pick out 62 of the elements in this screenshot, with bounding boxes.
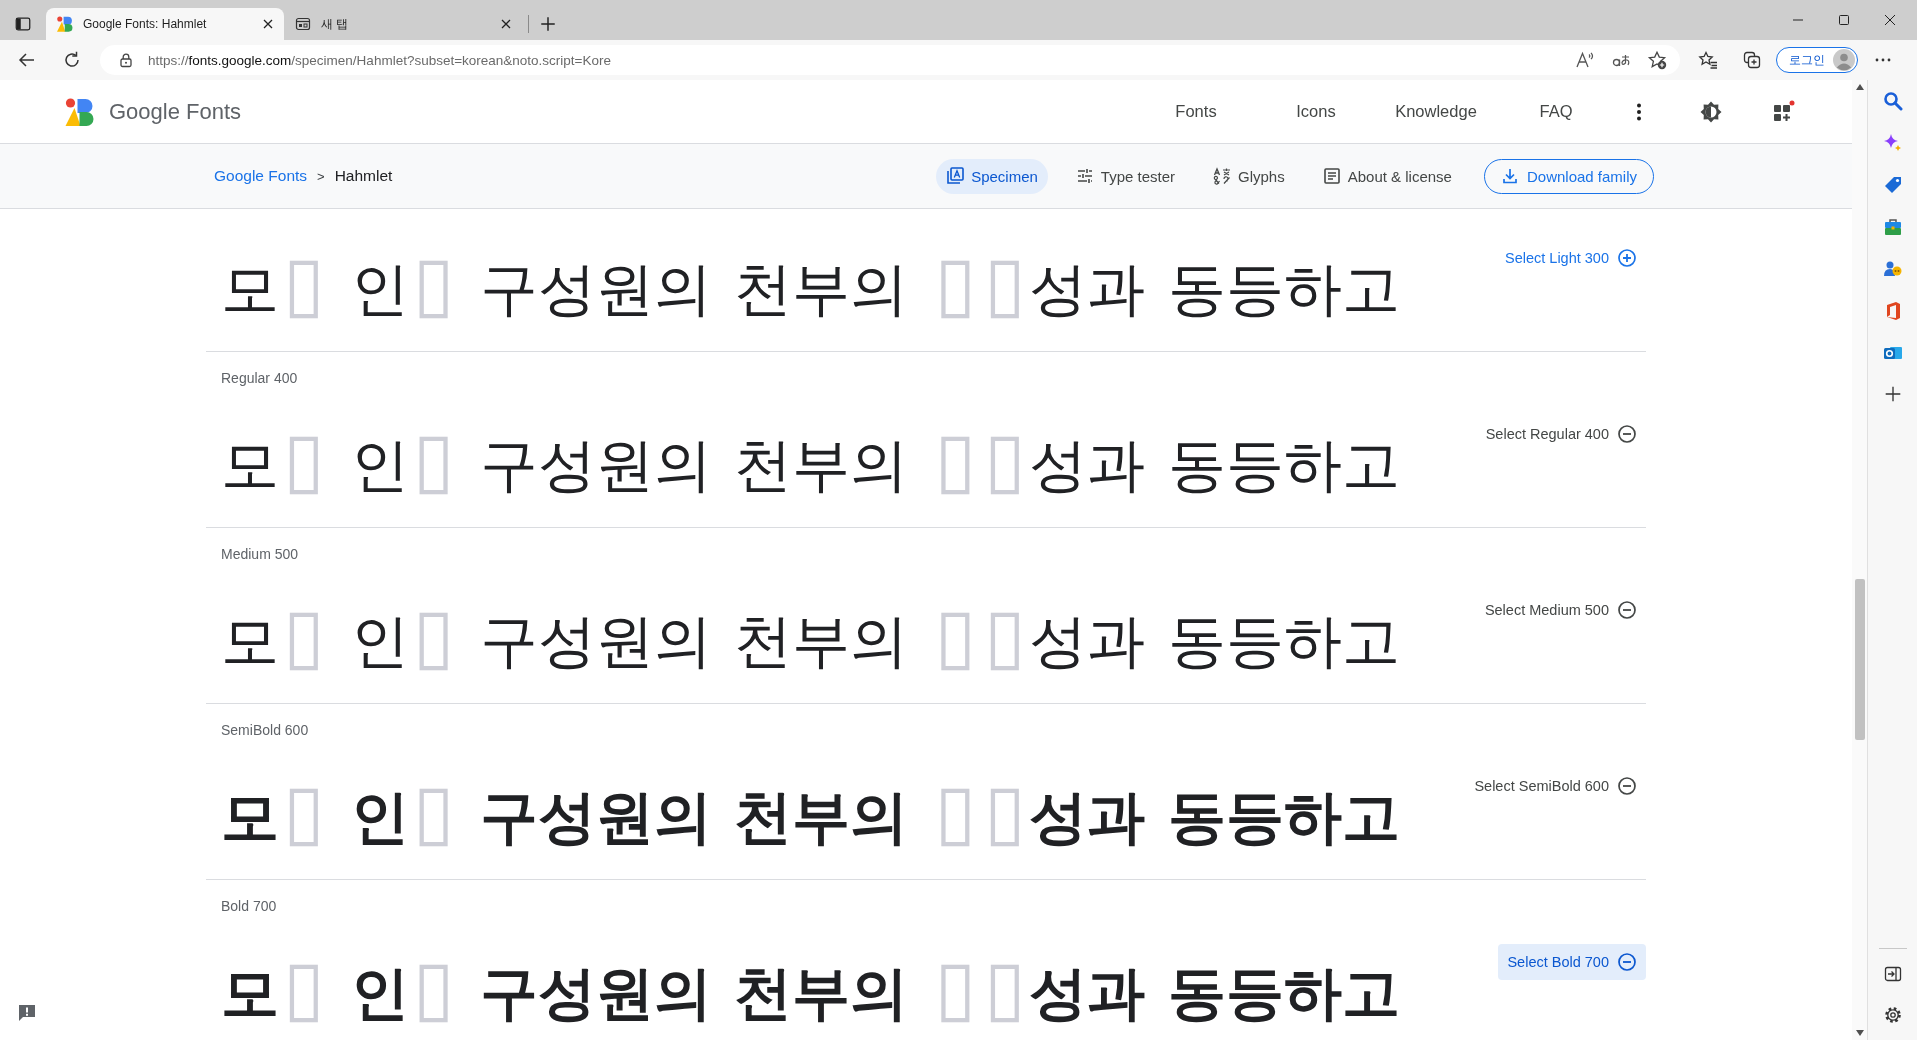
grid-plus-icon[interactable] bbox=[1771, 99, 1795, 124]
sample-text: 모▯ 인▯ 구성원의 천부의 ▯▯성과 동등하고 bbox=[221, 774, 1401, 852]
brightness-icon[interactable] bbox=[1699, 99, 1723, 124]
sign-in-button[interactable]: 로그인 bbox=[1776, 47, 1858, 73]
alert-bubble-icon[interactable] bbox=[17, 1003, 37, 1023]
breadcrumb-separator: > bbox=[317, 168, 325, 184]
select-style-button[interactable]: Select Medium 500 bbox=[1475, 592, 1646, 628]
sliders-icon bbox=[1075, 167, 1094, 185]
lock-icon[interactable] bbox=[118, 52, 134, 68]
style-label: Regular 400 bbox=[221, 369, 299, 388]
nav-link[interactable]: Icons bbox=[1256, 102, 1376, 121]
characters-grid-icon bbox=[1213, 167, 1232, 185]
sample-text: 모▯ 인▯ 구성원의 천부의 ▯▯성과 동등하고 bbox=[221, 246, 1401, 324]
close-icon[interactable] bbox=[1884, 14, 1896, 26]
settings-icon[interactable] bbox=[1882, 1005, 1903, 1025]
star-list-icon[interactable] bbox=[1698, 50, 1718, 70]
caret-up-icon[interactable] bbox=[1855, 84, 1864, 90]
select-style-button[interactable]: Select Bold 700 bbox=[1498, 944, 1646, 980]
download-icon bbox=[1500, 167, 1519, 185]
tab-actions-icon[interactable] bbox=[14, 15, 32, 33]
read-aloud-icon[interactable] bbox=[1575, 50, 1595, 70]
browser-tab[interactable]: Google Fonts: Hahmlet bbox=[46, 8, 284, 40]
breadcrumb-current: Hahmlet bbox=[334, 167, 393, 185]
document-icon bbox=[1322, 167, 1341, 185]
plus-icon[interactable] bbox=[1883, 385, 1902, 403]
url-text[interactable]: https://fonts.google.com/specimen/Hahmlet?subset=korean&noto.script=Kore bbox=[148, 52, 1559, 68]
page-tab[interactable]: Type tester bbox=[1065, 158, 1186, 194]
address-bar[interactable]: https://fonts.google.com/specimen/Hahmlet?subset=korean&noto.script=Kore bbox=[100, 45, 1680, 75]
nav-link[interactable]: Fonts bbox=[1136, 102, 1256, 121]
logo-icon[interactable] bbox=[65, 97, 95, 126]
select-style-button[interactable]: Select SemiBold 600 bbox=[1465, 768, 1646, 804]
style-label: Bold 700 bbox=[221, 897, 278, 916]
page-tab[interactable]: About & license bbox=[1312, 158, 1462, 194]
maximize-icon[interactable] bbox=[1838, 14, 1850, 26]
page-tab[interactable]: Specimen bbox=[936, 158, 1048, 194]
scrollbar-thumb[interactable] bbox=[1854, 579, 1865, 740]
page-scrollbar[interactable] bbox=[1852, 80, 1867, 1040]
style-label: SemiBold 600 bbox=[221, 721, 310, 740]
collections-icon[interactable] bbox=[1742, 50, 1762, 70]
briefcase-icon[interactable] bbox=[1882, 217, 1903, 237]
brand-name[interactable]: Google Fonts bbox=[109, 98, 242, 125]
sample-text: 모▯ 인▯ 구성원의 천부의 ▯▯성과 동등하고 bbox=[221, 950, 1401, 1028]
select-style-button[interactable]: Select Regular 400 bbox=[1476, 416, 1646, 452]
person-icon[interactable] bbox=[1882, 259, 1903, 279]
caret-down-icon[interactable] bbox=[1855, 1030, 1864, 1036]
page-icon bbox=[295, 16, 311, 32]
style-label: Medium 500 bbox=[221, 545, 300, 564]
select-style-button[interactable]: Select Light 300 bbox=[1496, 240, 1646, 276]
plus-icon[interactable] bbox=[539, 15, 557, 33]
nav-link[interactable]: Knowledge bbox=[1376, 102, 1496, 121]
nav-link[interactable]: FAQ bbox=[1496, 102, 1616, 121]
page-tab[interactable]: Glyphs bbox=[1203, 158, 1295, 194]
breadcrumb-link[interactable]: Google Fonts bbox=[214, 167, 308, 185]
logo-icon bbox=[57, 16, 73, 32]
sample-text: 모▯ 인▯ 구성원의 천부의 ▯▯성과 동등하고 bbox=[221, 598, 1401, 676]
star-plus-icon[interactable] bbox=[1647, 50, 1667, 70]
sample-text: 모▯ 인▯ 구성원의 천부의 ▯▯성과 동등하고 bbox=[221, 422, 1401, 500]
reload-icon[interactable] bbox=[62, 50, 82, 70]
stacked-letter-icon bbox=[946, 167, 965, 185]
avatar-icon bbox=[1833, 49, 1855, 71]
search-icon[interactable] bbox=[1882, 91, 1903, 111]
browser-tab[interactable]: 새 탭 bbox=[284, 8, 522, 40]
